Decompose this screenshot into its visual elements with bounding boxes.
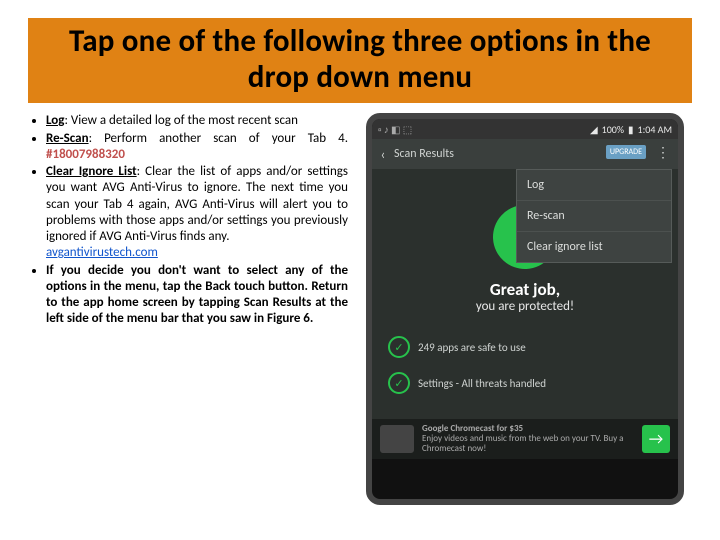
dropdown-menu: Log Re-scan Clear ignore list bbox=[516, 169, 672, 263]
notification-icons: ▫ ♪ ◧ ⬚ bbox=[378, 123, 412, 136]
ad-banner[interactable]: Google Chromecast for $35 Enjoy videos a… bbox=[372, 419, 678, 459]
content-row: Log: View a detailed log of the most rec… bbox=[0, 113, 720, 505]
appbar-title[interactable]: Scan Results bbox=[394, 147, 454, 161]
phone-number: #18007988320 bbox=[46, 147, 125, 162]
check-circle-icon: ✓ bbox=[388, 372, 410, 394]
bullet-text: If you decide you don't want to select a… bbox=[46, 263, 348, 327]
result-item[interactable]: ✓ 249 apps are safe to use bbox=[388, 336, 662, 358]
bullet-list: Log: View a detailed log of the most rec… bbox=[28, 113, 348, 327]
result-subheading: you are protected! bbox=[372, 299, 678, 314]
overflow-menu-icon[interactable]: ⋮ bbox=[656, 144, 670, 161]
bullet-term: Clear Ignore List bbox=[46, 164, 137, 179]
clock: 1:04 AM bbox=[638, 123, 672, 136]
list-item: Log: View a detailed log of the most rec… bbox=[46, 113, 348, 129]
menu-item-clear-ignore[interactable]: Clear ignore list bbox=[517, 232, 671, 262]
screenshot-container: ▫ ♪ ◧ ⬚ ◢ 100% ▮ 1:04 AM ‹ Scan Results … bbox=[366, 113, 692, 505]
battery-icon: ▮ bbox=[628, 123, 634, 136]
phone-mockup: ▫ ♪ ◧ ⬚ ◢ 100% ▮ 1:04 AM ‹ Scan Results … bbox=[366, 113, 684, 505]
menu-item-rescan[interactable]: Re-scan bbox=[517, 201, 671, 232]
battery-percent: 100% bbox=[602, 123, 624, 136]
bullet-text: : View a detailed log of the most recent… bbox=[64, 113, 298, 128]
back-icon[interactable]: ‹ bbox=[372, 146, 394, 163]
ad-go-button[interactable]: → bbox=[642, 425, 670, 453]
result-item[interactable]: ✓ Settings - All threats handled bbox=[388, 372, 662, 394]
ad-text: Google Chromecast for $35 Enjoy videos a… bbox=[422, 424, 634, 454]
result-item-label: Settings - All threats handled bbox=[418, 377, 546, 390]
bullet-text: : Perform another scan of your Tab 4. bbox=[89, 131, 348, 146]
list-item: Re-Scan: Perform another scan of your Ta… bbox=[46, 131, 348, 164]
slide-title: Tap one of the following three options i… bbox=[38, 24, 682, 95]
bullet-term: Log bbox=[46, 113, 64, 128]
slide: { "title": "Tap one of the following thr… bbox=[0, 18, 720, 540]
list-item: If you decide you don't want to select a… bbox=[46, 263, 348, 328]
upgrade-button[interactable]: UPGRADE bbox=[606, 145, 646, 159]
title-bar: Tap one of the following three options i… bbox=[28, 18, 692, 103]
app-bar: ‹ Scan Results UPGRADE ⋮ bbox=[372, 139, 678, 169]
bullet-list-container: Log: View a detailed log of the most rec… bbox=[28, 113, 348, 505]
result-item-label: 249 apps are safe to use bbox=[418, 341, 526, 354]
list-item: Clear Ignore List: Clear the list of app… bbox=[46, 164, 348, 262]
bullet-term: Re-Scan bbox=[46, 131, 89, 146]
website-link[interactable]: avgantivirustech.com bbox=[46, 245, 158, 260]
result-heading: Great job, bbox=[372, 279, 678, 300]
ad-subtitle: Enjoy videos and music from the web on y… bbox=[422, 433, 624, 454]
ad-thumbnail bbox=[380, 425, 414, 453]
check-circle-icon: ✓ bbox=[388, 336, 410, 358]
result-items: ✓ 249 apps are safe to use ✓ Settings - … bbox=[372, 336, 678, 394]
wifi-icon: ◢ bbox=[590, 123, 598, 136]
status-bar: ▫ ♪ ◧ ⬚ ◢ 100% ▮ 1:04 AM bbox=[372, 119, 678, 139]
menu-item-log[interactable]: Log bbox=[517, 170, 671, 201]
